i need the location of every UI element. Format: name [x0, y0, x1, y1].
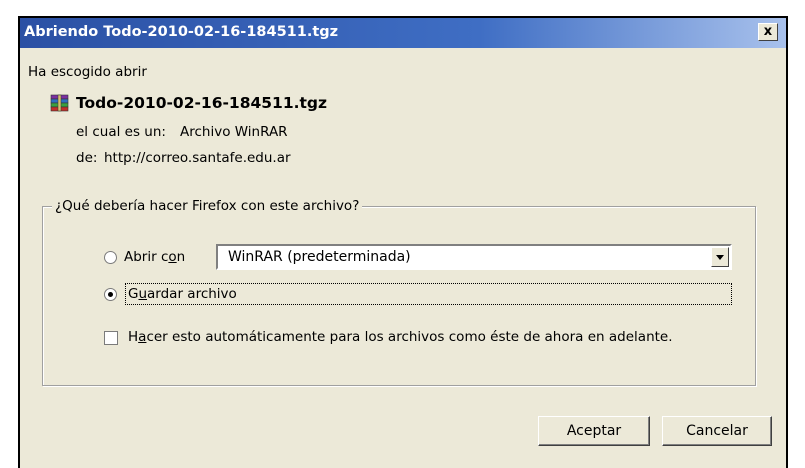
winrar-archive-icon	[50, 94, 69, 112]
intro-text: Ha escogido abrir	[28, 64, 147, 80]
radio-selected-dot	[108, 292, 113, 297]
file-type-label: el cual es un:	[76, 124, 166, 140]
save-file-label[interactable]: Guardar archivo	[128, 286, 237, 302]
file-source-label: de:	[76, 150, 98, 166]
file-type-value: Archivo WinRAR	[180, 124, 288, 140]
close-icon: x	[763, 24, 773, 39]
window-title: Abriendo Todo-2010-02-16-184511.tgz	[24, 24, 339, 40]
open-with-select[interactable]: WinRAR (predeterminada)	[216, 244, 732, 270]
open-with-radio[interactable]	[104, 251, 117, 264]
file-name: Todo-2010-02-16-184511.tgz	[76, 94, 328, 112]
chevron-down-icon[interactable]	[711, 247, 729, 267]
auto-action-checkbox[interactable]	[104, 331, 118, 345]
accept-button[interactable]: Aceptar	[538, 416, 650, 446]
file-source-value: http://correo.santafe.edu.ar	[104, 150, 291, 166]
open-with-select-value: WinRAR (predeterminada)	[228, 249, 411, 265]
cancel-button[interactable]: Cancelar	[662, 416, 772, 446]
save-file-radio[interactable]	[104, 288, 117, 301]
open-with-label[interactable]: Abrir con	[124, 249, 185, 265]
auto-action-label[interactable]: Hacer esto automáticamente para los arch…	[128, 329, 673, 345]
title-bar[interactable]: Abriendo Todo-2010-02-16-184511.tgz x	[20, 18, 786, 48]
action-group-legend: ¿Qué debería hacer Firefox con este arch…	[52, 198, 363, 214]
close-button[interactable]: x	[758, 23, 778, 41]
